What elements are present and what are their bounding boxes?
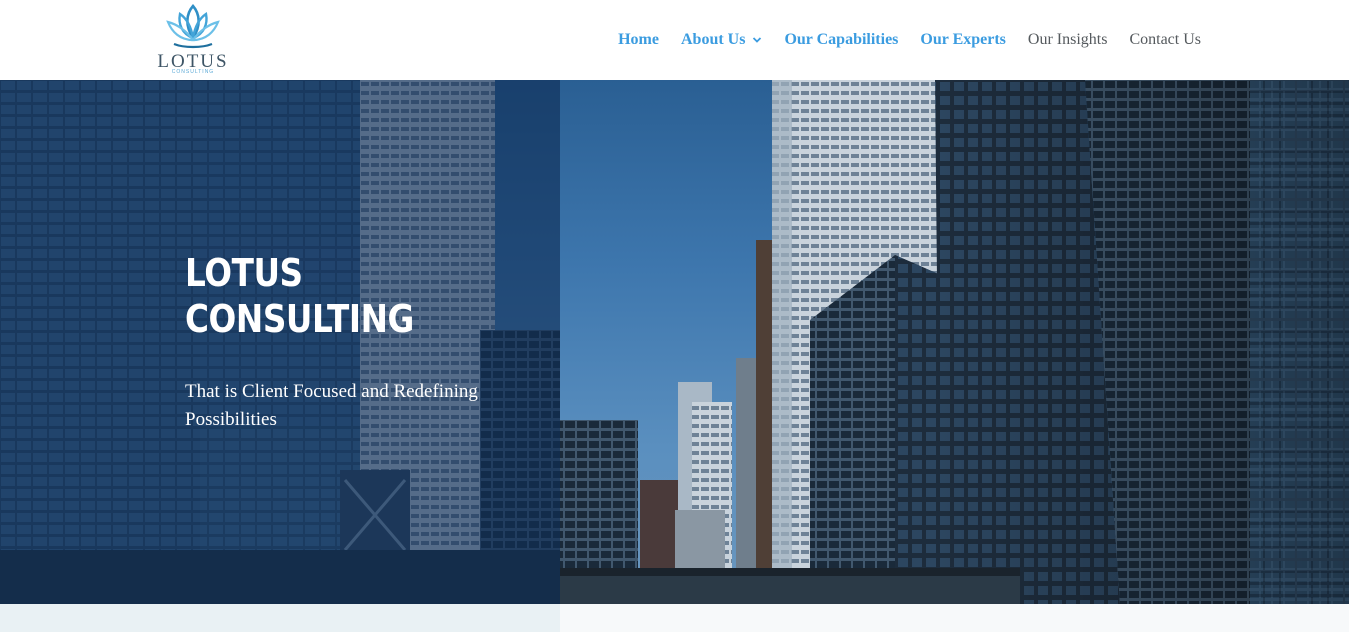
site-header: LOTUS CONSULTING Home About Us Our Capab… bbox=[0, 0, 1349, 80]
nav-item-contact-us[interactable]: Contact Us bbox=[1129, 31, 1201, 49]
nav-item-our-insights[interactable]: Our Insights bbox=[1028, 31, 1108, 49]
main-nav: Home About Us Our Capabilities Our Exper… bbox=[618, 28, 1201, 52]
hero-title-line-1: LOTUS bbox=[185, 251, 303, 295]
hero-text-overlay bbox=[0, 80, 560, 604]
nav-item-our-experts[interactable]: Our Experts bbox=[920, 31, 1005, 49]
chevron-down-icon bbox=[753, 37, 762, 43]
hero-section: LOTUS CONSULTING That is Client Focused … bbox=[0, 80, 1349, 604]
nav-item-about-us[interactable]: About Us bbox=[681, 31, 762, 49]
nav-item-label: Home bbox=[618, 31, 659, 48]
next-section-left bbox=[0, 604, 560, 632]
hero-title-line-2: CONSULTING bbox=[185, 297, 414, 341]
nav-item-label: Our Capabilities bbox=[784, 31, 899, 48]
hero-subtitle: That is Client Focused and Redefining Po… bbox=[185, 381, 478, 430]
nav-item-label: Our Experts bbox=[920, 31, 1006, 48]
brand-tagline: CONSULTING bbox=[171, 69, 215, 75]
next-section-right bbox=[560, 604, 1349, 632]
brand-logo[interactable]: LOTUS CONSULTING bbox=[150, 2, 236, 76]
nav-item-label: Our Insights bbox=[1027, 31, 1108, 48]
lotus-flower-icon bbox=[166, 4, 220, 49]
nav-item-label: About Us bbox=[680, 31, 746, 48]
nav-item-our-capabilities[interactable]: Our Capabilities bbox=[784, 31, 898, 49]
nav-item-home[interactable]: Home bbox=[618, 31, 659, 49]
hero-title: LOTUS CONSULTING bbox=[185, 250, 469, 342]
nav-item-label: Contact Us bbox=[1129, 31, 1201, 48]
